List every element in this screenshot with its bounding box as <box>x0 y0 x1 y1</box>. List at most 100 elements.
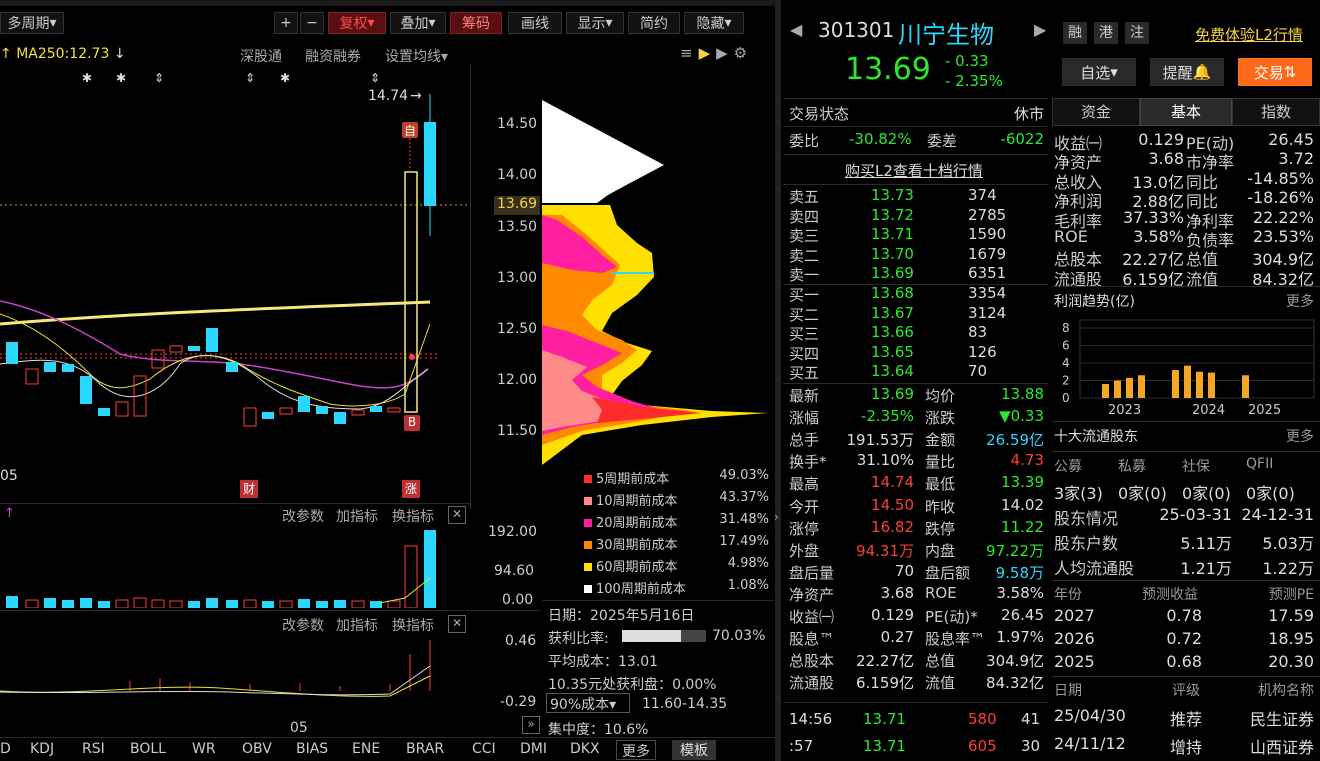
prev-stock-icon[interactable]: ◀ <box>790 20 802 39</box>
buy-l2-link[interactable]: 购买L2查看十档行情 <box>845 160 983 181</box>
ma-white-line <box>0 355 429 410</box>
rating-institution[interactable]: 民生证券 <box>1250 706 1314 730</box>
zoom-out-button[interactable]: − <box>300 12 324 34</box>
bid-price[interactable]: 13.64 <box>871 362 914 380</box>
panel-splitter[interactable] <box>775 0 781 761</box>
more-tabs-button[interactable]: 更多 <box>616 740 656 760</box>
play-icon[interactable]: ▶ <box>716 44 734 62</box>
tab-kdj[interactable]: KDJ <box>30 741 54 757</box>
next-stock-icon[interactable]: ▶ <box>1034 20 1046 39</box>
profit-bar <box>1172 370 1179 398</box>
bid-price[interactable]: 13.65 <box>871 343 914 361</box>
vol-switch-link[interactable]: 换指标 <box>392 506 434 526</box>
list-icon[interactable]: ≡ <box>680 44 699 62</box>
kline-chart[interactable]: ✱ ✱ ⇕ ⇕ ✱ ⇕ <box>0 64 540 504</box>
template-button[interactable]: 模板 <box>672 740 716 760</box>
remind-button[interactable]: 提醒 🔔 <box>1150 58 1224 86</box>
bid-price[interactable]: 13.67 <box>871 304 914 322</box>
quote-label: 涨跌 <box>925 409 956 428</box>
ma-yellow-line <box>0 313 431 407</box>
tab-basic[interactable]: 基本 <box>1140 98 1232 126</box>
hide-dropdown[interactable]: 隐藏 ▾ <box>684 12 744 34</box>
ask-price[interactable]: 13.70 <box>871 245 914 263</box>
fp-line <box>1052 421 1320 422</box>
chip-distribution-chart[interactable] <box>542 95 774 475</box>
tag-gang[interactable]: 港 <box>1094 22 1118 44</box>
vol-param-link[interactable]: 改参数 <box>282 506 324 526</box>
tab-obv[interactable]: OBV <box>242 741 272 757</box>
profit-x-tick: 2024 <box>1192 403 1225 418</box>
period-dropdown[interactable]: 多周期 ▾ <box>0 12 64 34</box>
rating-institution[interactable]: 山西证券 <box>1250 734 1314 758</box>
brar-param-link[interactable]: 改参数 <box>282 615 324 635</box>
marker-b-badge[interactable]: B <box>404 415 420 431</box>
tag-rong[interactable]: 融 <box>1063 22 1087 44</box>
fund-label: ROE <box>1054 227 1088 246</box>
tab-d[interactable]: D <box>0 741 11 757</box>
vol-add-link[interactable]: 加指标 <box>336 506 378 526</box>
tab-boll[interactable]: BOLL <box>130 741 166 757</box>
ask-price[interactable]: 13.71 <box>871 225 914 243</box>
bid-price[interactable]: 13.66 <box>871 323 914 341</box>
ask-price[interactable]: 13.69 <box>871 264 914 282</box>
candle <box>80 376 92 404</box>
tab-brar[interactable]: BRAR <box>406 741 444 757</box>
orderbook-panel: 交易状态 休市 委比 -30.82% 委差 -6022 购买L2查看十档行情 卖… <box>783 98 1048 761</box>
ask-price[interactable]: 13.73 <box>871 186 914 204</box>
tab-dmi[interactable]: DMI <box>520 741 547 757</box>
chip-cost-select[interactable]: 90%成本▾ <box>546 693 630 713</box>
rzrq-link[interactable]: 融资融券 <box>305 46 361 66</box>
chip-win-fill <box>622 630 681 642</box>
holder-type-value: 3家(3) <box>1054 484 1103 503</box>
tab-rsi[interactable]: RSI <box>82 741 105 757</box>
vol-bar <box>279 600 293 608</box>
quote-label: 流通股 <box>789 674 835 693</box>
quote-label: 盘后量 <box>789 563 835 582</box>
vol-close-icon[interactable]: ✕ <box>448 506 466 524</box>
expand-right-icon[interactable]: » <box>522 716 540 734</box>
gear-icon[interactable]: ⚙ <box>734 44 753 62</box>
ma-label: ↑ MA250:12.73 ↓ <box>0 46 126 62</box>
vol-bar <box>133 597 147 608</box>
sgt-link[interactable]: 深股通 <box>240 46 282 66</box>
splitter-arrow-icon[interactable]: › <box>774 510 779 524</box>
tab-fund[interactable]: 资金 <box>1052 98 1140 126</box>
zoom-in-button[interactable]: + <box>274 12 298 34</box>
brar-close-icon[interactable]: ✕ <box>448 615 466 633</box>
brar-add-link[interactable]: 加指标 <box>336 615 378 635</box>
tag-zhu[interactable]: 注 <box>1125 22 1149 44</box>
fuquan-dropdown[interactable]: 复权 ▾ <box>328 12 386 34</box>
ask-price[interactable]: 13.72 <box>871 206 914 224</box>
holders-more[interactable]: 更多 <box>1286 426 1314 446</box>
holder-row-label: 股东户数 <box>1054 534 1119 553</box>
chouma-button[interactable]: 筹码 <box>450 12 502 34</box>
tab-wr[interactable]: WR <box>192 741 216 757</box>
trade-button[interactable]: 交易 ⇅ <box>1238 58 1312 86</box>
weibi-value: -30.82% <box>849 130 912 148</box>
tab-bias[interactable]: BIAS <box>296 741 328 757</box>
marker-zi-badge[interactable]: 自 <box>402 122 418 138</box>
tab-index[interactable]: 指数 <box>1232 98 1320 126</box>
candle <box>316 406 328 414</box>
marker-zhang-badge[interactable]: 涨 <box>402 480 420 498</box>
brar-switch-link[interactable]: 换指标 <box>392 615 434 635</box>
flag-icon[interactable]: ▶ <box>699 44 717 62</box>
zixuan-dropdown[interactable]: 自选 ▾ <box>1062 58 1136 86</box>
set-ma-link[interactable]: 设置均线▾ <box>385 46 448 66</box>
bid-price[interactable]: 13.68 <box>871 284 914 302</box>
huaxian-button[interactable]: 画线 <box>508 12 562 34</box>
holder-row-value: 1.22万 <box>1262 559 1314 578</box>
tab-ene[interactable]: ENE <box>352 741 380 757</box>
overlay-dropdown[interactable]: 叠加 ▾ <box>390 12 446 34</box>
chart-tool-icons[interactable]: ≡▶▶⚙ <box>680 44 753 62</box>
tab-cci[interactable]: CCI <box>472 741 496 757</box>
simple-button[interactable]: 简约 <box>628 12 680 34</box>
ask-volume: 1679 <box>968 244 1007 263</box>
legend-value: 31.48% <box>719 512 769 527</box>
profit-trend-more[interactable]: 更多 <box>1286 291 1314 311</box>
display-dropdown[interactable]: 显示 ▾ <box>566 12 624 34</box>
marker-cai-badge[interactable]: 财 <box>240 480 258 498</box>
tab-dkx[interactable]: DKX <box>570 741 600 757</box>
stock-name: 川宁生物 <box>898 21 994 49</box>
l2-trial-link[interactable]: 免费体验L2行情 <box>1195 24 1303 45</box>
